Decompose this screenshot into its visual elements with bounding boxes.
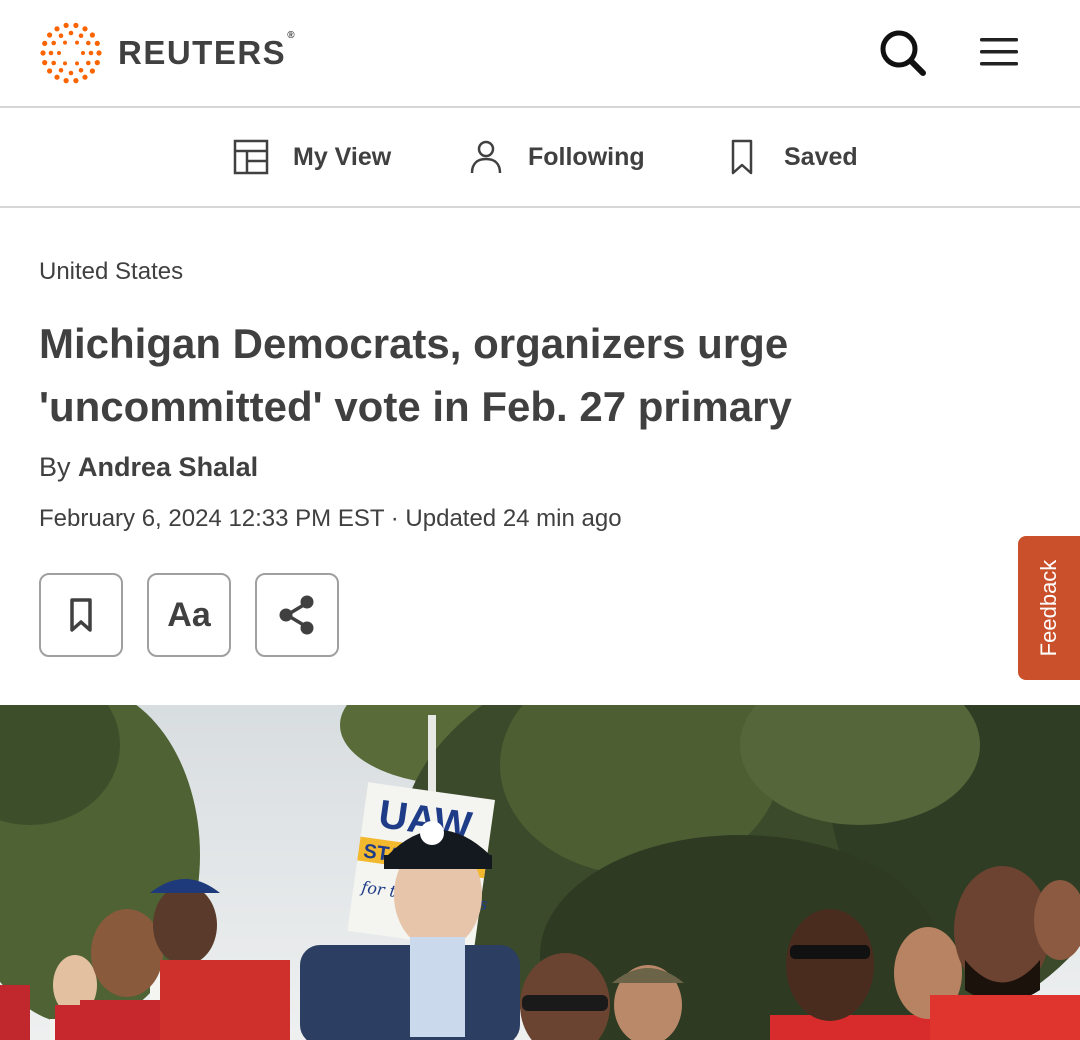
subnav-following-label: Following xyxy=(528,142,645,171)
person-icon xyxy=(470,140,502,174)
subnav-saved[interactable]: Saved xyxy=(724,108,858,206)
reuters-logo[interactable]: REUTERS® xyxy=(38,22,296,84)
article-photo[interactable]: UAW STA for the Workers UAW xyxy=(0,705,1080,1040)
subnav-saved-label: Saved xyxy=(784,142,858,171)
share-button[interactable] xyxy=(255,573,339,657)
menu-button[interactable] xyxy=(974,32,1024,72)
feedback-tab[interactable]: Feedback xyxy=(1018,536,1080,680)
search-icon xyxy=(880,30,926,76)
article-dateline: February 6, 2024 12:33 PM EST · Updated … xyxy=(39,505,622,532)
article-headline: Michigan Democrats, organizers urge 'unc… xyxy=(39,320,792,430)
search-button[interactable] xyxy=(876,28,930,78)
site-header: REUTERS® xyxy=(0,0,1080,108)
author-link[interactable]: Andrea Shalal xyxy=(78,452,258,482)
bookmark-icon xyxy=(731,139,753,175)
hamburger-menu-icon xyxy=(980,38,1018,66)
save-article-button[interactable] xyxy=(39,573,123,657)
subnav-following[interactable]: Following xyxy=(468,108,645,206)
font-size-label: Aa xyxy=(167,595,211,634)
font-size-button[interactable]: Aa xyxy=(147,573,231,657)
section-link[interactable]: United States xyxy=(39,258,183,286)
subnav-my-view[interactable]: My View xyxy=(233,108,391,206)
share-icon xyxy=(279,595,314,635)
feedback-label: Feedback xyxy=(1036,559,1061,657)
reuters-wordmark: REUTERS® xyxy=(118,30,297,71)
layout-icon xyxy=(233,139,269,175)
subnav-my-view-label: My View xyxy=(293,142,392,171)
bookmark-icon xyxy=(70,598,92,632)
reuters-dots-logo-icon xyxy=(40,22,102,84)
user-subnav: My View Following Saved xyxy=(0,108,1080,208)
byline: By Andrea Shalal xyxy=(39,452,258,483)
rally-photo-illustration: UAW STA for the Workers UAW xyxy=(0,705,1080,1040)
byline-prefix: By xyxy=(39,452,71,482)
